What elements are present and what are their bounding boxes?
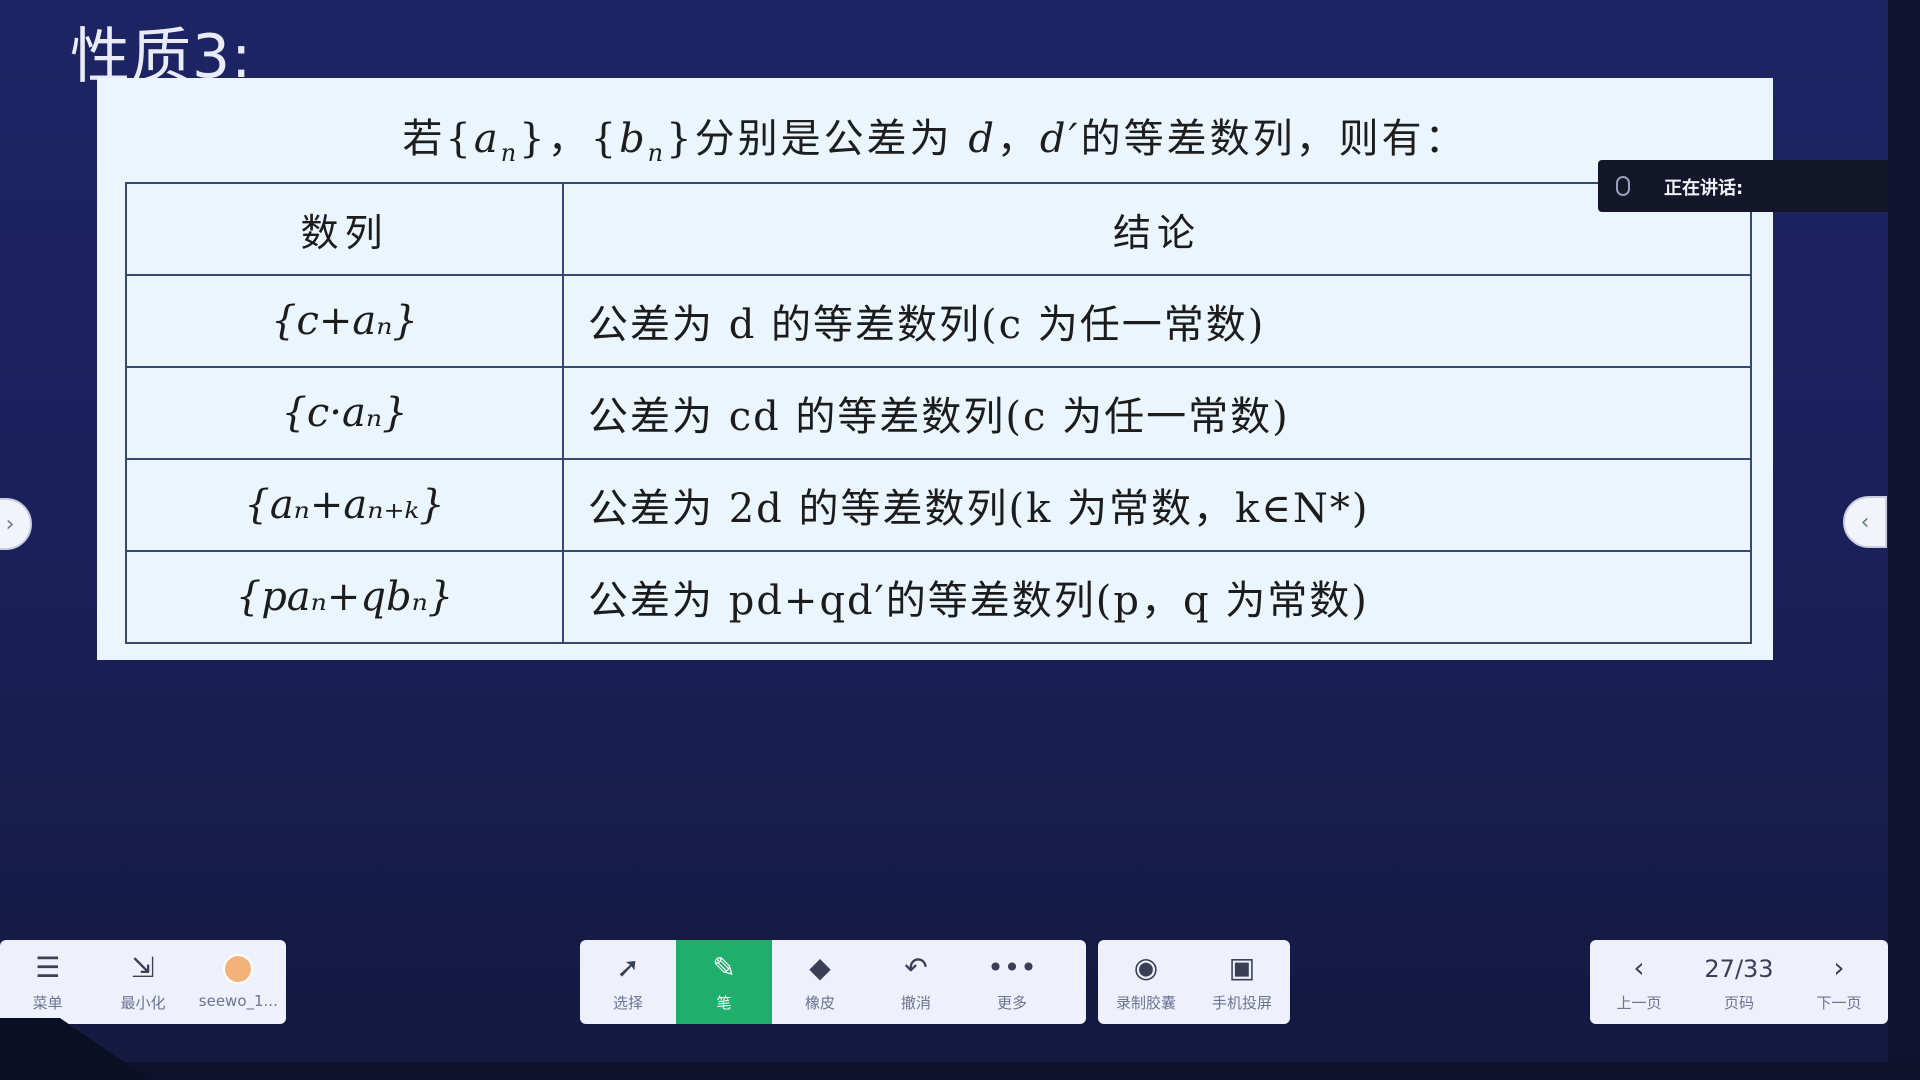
sequence-cell: {aₙ+aₙ₊ₖ} — [125, 458, 564, 552]
more-icon: ••• — [987, 950, 1037, 984]
minimize-button[interactable]: ⇲ 最小化 — [95, 940, 190, 1024]
record-capsule-button[interactable]: ◉ 录制胶囊 — [1098, 940, 1194, 1024]
select-label: 选择 — [612, 993, 643, 1012]
undo-label: 撤消 — [900, 993, 931, 1012]
properties-table: 数列 结论 {c+aₙ} 公差为 d 的等差数列(c 为任一常数) {c·aₙ}… — [125, 182, 1752, 644]
speaking-label: 正在讲话: — [1664, 178, 1744, 199]
speaking-indicator: 正在讲话: — [1598, 160, 1888, 212]
heading-sub: n — [647, 139, 667, 167]
pen-label: 笔 — [716, 993, 732, 1012]
left-toolbar: ☰ 菜单 ⇲ 最小化 seewo_1... — [0, 940, 286, 1024]
heading-text: }，{ — [519, 116, 620, 162]
heading-text: 若{ — [402, 116, 474, 162]
slide-heading: 若{an}，{bn}分别是公差为 d，d′的等差数列，则有： — [97, 106, 1773, 167]
cursor-icon: ➚ — [616, 950, 640, 984]
chevron-left-icon: ‹ — [1860, 509, 1870, 535]
eraser-label: 橡皮 — [804, 993, 835, 1012]
pen-icon: ✎ — [712, 950, 736, 984]
heading-var: b — [619, 116, 648, 162]
conclusion-cell: 公差为 2d 的等差数列(k 为常数，k∈N*) — [562, 458, 1752, 552]
page-indicator[interactable]: 27/33 页码 — [1688, 940, 1790, 1024]
left-edge-expand-button[interactable]: › — [0, 498, 32, 550]
phone-cast-label: 手机投屏 — [1211, 993, 1272, 1012]
prev-page-label: 上一页 — [1616, 993, 1662, 1012]
undo-button[interactable]: ↶ 撤消 — [868, 940, 964, 1024]
next-page-button[interactable]: › 下一页 — [1790, 940, 1888, 1024]
eraser-icon: ◆ — [809, 950, 831, 984]
select-tool-button[interactable]: ➚ 选择 — [580, 940, 676, 1024]
record-toolbar: ◉ 录制胶囊 ▣ 手机投屏 — [1098, 940, 1290, 1024]
menu-label: 菜单 — [32, 993, 63, 1012]
heading-var: a — [473, 116, 501, 162]
heading-text: }分别是公差为 — [666, 116, 969, 162]
eraser-tool-button[interactable]: ◆ 橡皮 — [772, 940, 868, 1024]
page-label: 页码 — [1723, 993, 1754, 1012]
phone-cast-icon: ▣ — [1228, 950, 1256, 984]
sequence-cell: {c·aₙ} — [125, 366, 564, 460]
right-edge-expand-button[interactable]: ‹ — [1843, 496, 1887, 548]
heading-var: d — [968, 116, 997, 162]
table-row: {c·aₙ} 公差为 cd 的等差数列(c 为任一常数) — [125, 366, 1752, 460]
more-label: 更多 — [996, 993, 1027, 1012]
screen-edge — [1888, 0, 1920, 1080]
screen-bottom-edge — [0, 1062, 1920, 1080]
heading-var: d′ — [1039, 116, 1081, 162]
menu-button[interactable]: ☰ 菜单 — [0, 940, 95, 1024]
column-header-conclusion: 结论 — [562, 182, 1752, 276]
page-number: 27/33 — [1704, 954, 1774, 983]
prev-page-button[interactable]: ‹ 上一页 — [1590, 940, 1688, 1024]
eye-record-icon: ◉ — [1133, 950, 1159, 984]
conclusion-cell: 公差为 cd 的等差数列(c 为任一常数) — [562, 366, 1752, 460]
avatar — [223, 954, 254, 984]
chevron-right-icon: › — [5, 511, 15, 537]
phone-cast-button[interactable]: ▣ 手机投屏 — [1194, 940, 1290, 1024]
sequence-cell: {c+aₙ} — [125, 274, 564, 368]
column-header-sequence: 数列 — [125, 182, 564, 276]
slide-content: 若{an}，{bn}分别是公差为 d，d′的等差数列，则有： 数列 结论 {c+… — [97, 78, 1773, 660]
microphone-icon — [1616, 176, 1630, 196]
minimize-icon: ⇲ — [131, 950, 155, 984]
more-button[interactable]: ••• 更多 — [964, 940, 1060, 1024]
menu-icon: ☰ — [35, 950, 61, 984]
heading-text: ， — [996, 116, 1040, 162]
record-capsule-label: 录制胶囊 — [1115, 993, 1176, 1012]
heading-text: 的等差数列，则有： — [1080, 116, 1468, 162]
table-header-row: 数列 结论 — [125, 182, 1752, 276]
chevron-right-icon: › — [1833, 950, 1845, 984]
table-row: {paₙ+qbₙ} 公差为 pd+qd′的等差数列(p，q 为常数) — [125, 550, 1752, 644]
table-row: {aₙ+aₙ₊ₖ} 公差为 2d 的等差数列(k 为常数，k∈N*) — [125, 458, 1752, 552]
screen-corner-shadow — [0, 1018, 150, 1080]
sequence-cell: {paₙ+qbₙ} — [125, 550, 564, 644]
user-label: seewo_1... — [198, 992, 278, 1010]
drawing-toolbar: ➚ 选择 ✎ 笔 ◆ 橡皮 ↶ 撤消 ••• 更多 — [580, 940, 1086, 1024]
pen-tool-button[interactable]: ✎ 笔 — [676, 940, 772, 1024]
chevron-left-icon: ‹ — [1633, 950, 1645, 984]
page-navigation: ‹ 上一页 27/33 页码 › 下一页 — [1590, 940, 1888, 1024]
heading-sub: n — [500, 139, 520, 167]
user-account-button[interactable]: seewo_1... — [191, 940, 286, 1024]
conclusion-cell: 公差为 d 的等差数列(c 为任一常数) — [562, 274, 1752, 368]
next-page-label: 下一页 — [1816, 993, 1862, 1012]
minimize-label: 最小化 — [120, 993, 166, 1012]
conclusion-cell: 公差为 pd+qd′的等差数列(p，q 为常数) — [562, 550, 1752, 644]
table-row: {c+aₙ} 公差为 d 的等差数列(c 为任一常数) — [125, 274, 1752, 368]
undo-icon: ↶ — [904, 950, 928, 984]
